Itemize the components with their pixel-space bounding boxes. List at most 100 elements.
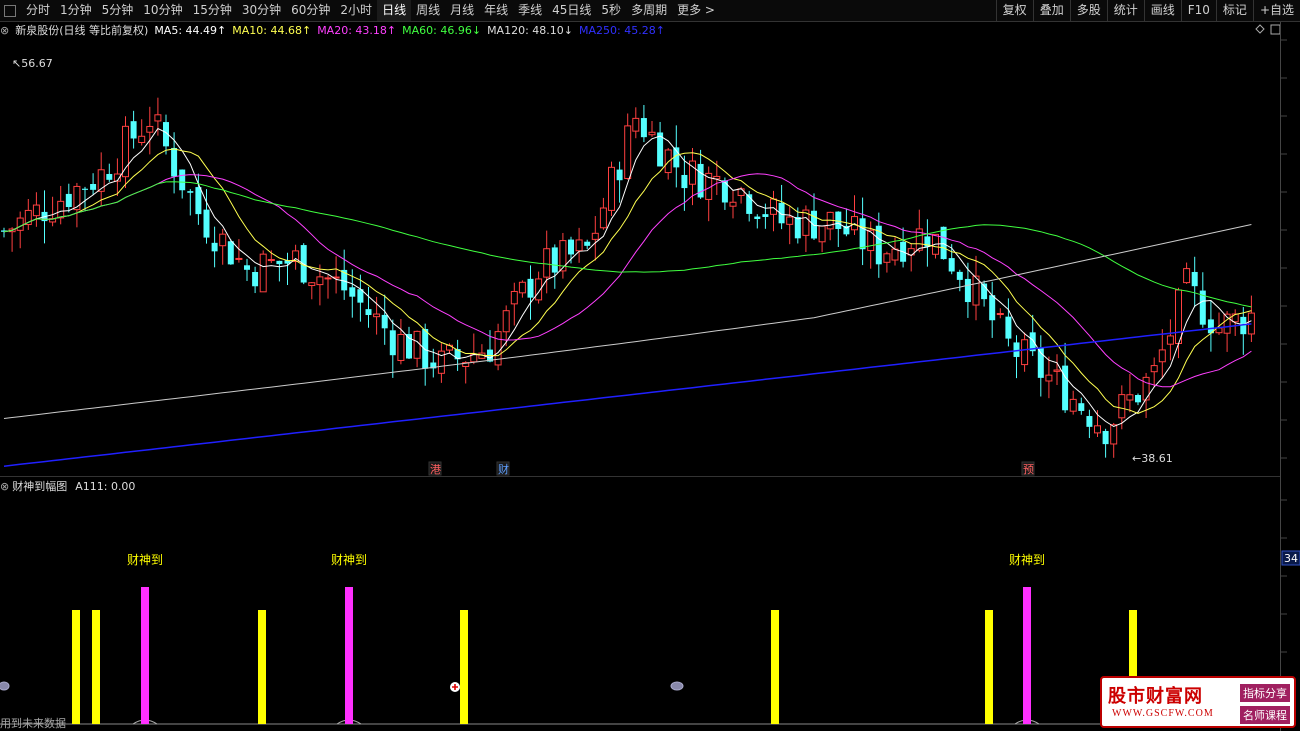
candle-body xyxy=(794,217,801,239)
candle-body xyxy=(211,242,218,252)
candle-body xyxy=(195,187,202,215)
signal-bar-magenta xyxy=(1023,587,1031,724)
watermark-tag-share: 指标分享 xyxy=(1240,684,1290,702)
signal-bar-yellow xyxy=(460,610,468,724)
candle-body xyxy=(883,253,891,263)
candle-body xyxy=(510,290,518,305)
signal-bar-magenta xyxy=(141,587,149,724)
candle-body xyxy=(1094,425,1101,434)
candle-body xyxy=(568,239,574,255)
indicator-value: A111: 0.00 xyxy=(75,479,136,493)
candle-body xyxy=(381,314,388,329)
candle-body xyxy=(632,117,640,132)
candle-body xyxy=(1086,416,1093,427)
event-marker-0: 港 xyxy=(430,463,441,476)
candle-body xyxy=(989,295,996,321)
indicator-title: 财神到幅图 xyxy=(12,480,68,493)
candle-body xyxy=(681,174,688,189)
signal-bar-yellow xyxy=(92,610,100,724)
candle-body xyxy=(1102,430,1109,445)
signal-bar-yellow xyxy=(985,610,993,724)
signal-bar-yellow xyxy=(72,610,80,724)
event-marker-1: 财 xyxy=(498,462,509,476)
candle-body xyxy=(73,185,81,211)
watermark-tag-course: 名师课程 xyxy=(1240,706,1290,724)
high-price-label: ↖56.67 xyxy=(12,57,53,70)
candle-body xyxy=(413,330,421,359)
candle-body xyxy=(1215,327,1223,334)
candle-body xyxy=(349,287,356,297)
candle-body xyxy=(640,118,647,138)
cup-icon-left xyxy=(0,681,10,691)
candle-body xyxy=(859,218,866,250)
candle-body xyxy=(599,207,607,229)
candle-body xyxy=(1183,268,1191,284)
diamond-icon xyxy=(1255,24,1265,34)
signal-label-2: 财神到 xyxy=(1009,553,1045,567)
candle-body xyxy=(891,248,899,261)
candle-body xyxy=(543,248,551,278)
candle-body xyxy=(179,169,186,191)
candle-body xyxy=(1231,313,1239,323)
candle-body xyxy=(956,271,963,280)
candle-body xyxy=(624,125,632,179)
candle-body xyxy=(82,188,88,190)
sub-legend: ⊗ 财神到幅图 A111: 0.00 xyxy=(0,478,135,494)
candle-body xyxy=(818,225,826,243)
signal-bar-yellow xyxy=(258,610,266,724)
candle-body xyxy=(171,147,178,177)
candle-body xyxy=(1069,398,1077,412)
candle-body xyxy=(948,258,955,272)
candle-body xyxy=(551,247,558,273)
candle-body xyxy=(324,277,332,280)
candle-body xyxy=(308,282,316,287)
sub-legend-icon[interactable]: ⊗ xyxy=(0,480,9,493)
candle-body xyxy=(811,210,817,239)
signal-label-0: 财神到 xyxy=(127,553,163,567)
candle-body xyxy=(1166,335,1174,345)
candle-body xyxy=(397,333,405,361)
candle-body xyxy=(1021,339,1029,366)
candle-body xyxy=(527,278,534,298)
candle-body xyxy=(786,216,794,225)
candle-body xyxy=(1005,316,1012,339)
candle-body xyxy=(1078,403,1085,411)
candle-body xyxy=(259,253,267,293)
candle-body xyxy=(835,211,842,229)
candle-body xyxy=(1053,369,1061,372)
ma60-line xyxy=(3,181,1252,308)
candle-body xyxy=(235,257,243,260)
candle-body xyxy=(187,191,194,193)
kline-chart[interactable]: ↖56.67 ←38.61 港 财 预财神到 财神到 财神到 34 xyxy=(0,0,1300,731)
candle-body xyxy=(57,200,65,219)
low-price-label: ←38.61 xyxy=(1132,452,1173,465)
candle-body xyxy=(502,310,510,333)
candle-body xyxy=(762,214,769,217)
event-marker-2: 预 xyxy=(1023,463,1034,476)
candle-body xyxy=(575,239,583,252)
candle-body xyxy=(1013,342,1020,357)
candle-body xyxy=(591,232,599,240)
candle-body xyxy=(1135,395,1141,403)
candle-body xyxy=(729,201,737,207)
candle-body xyxy=(276,260,283,265)
candle-body xyxy=(1150,365,1158,373)
candle-body xyxy=(584,241,591,246)
watermark-logo: 股市财富网 WWW.GSCFW.COM 指标分享 名师课程 xyxy=(1100,676,1296,728)
candle-body xyxy=(16,217,24,231)
candle-body xyxy=(65,193,72,208)
candle-body xyxy=(770,198,777,215)
signal-bar-magenta xyxy=(345,587,353,724)
candle-body xyxy=(203,209,210,238)
candle-body xyxy=(316,276,324,286)
candle-body xyxy=(737,188,745,196)
candle-body xyxy=(154,114,162,122)
signal-bar-yellow xyxy=(771,610,779,724)
candle-body xyxy=(1110,424,1118,445)
candle-body xyxy=(608,166,615,211)
candle-body xyxy=(219,233,227,247)
pane-divider[interactable] xyxy=(0,476,1280,477)
candle-body xyxy=(373,313,381,318)
square-icon xyxy=(1270,24,1281,35)
candle-body xyxy=(90,183,97,190)
